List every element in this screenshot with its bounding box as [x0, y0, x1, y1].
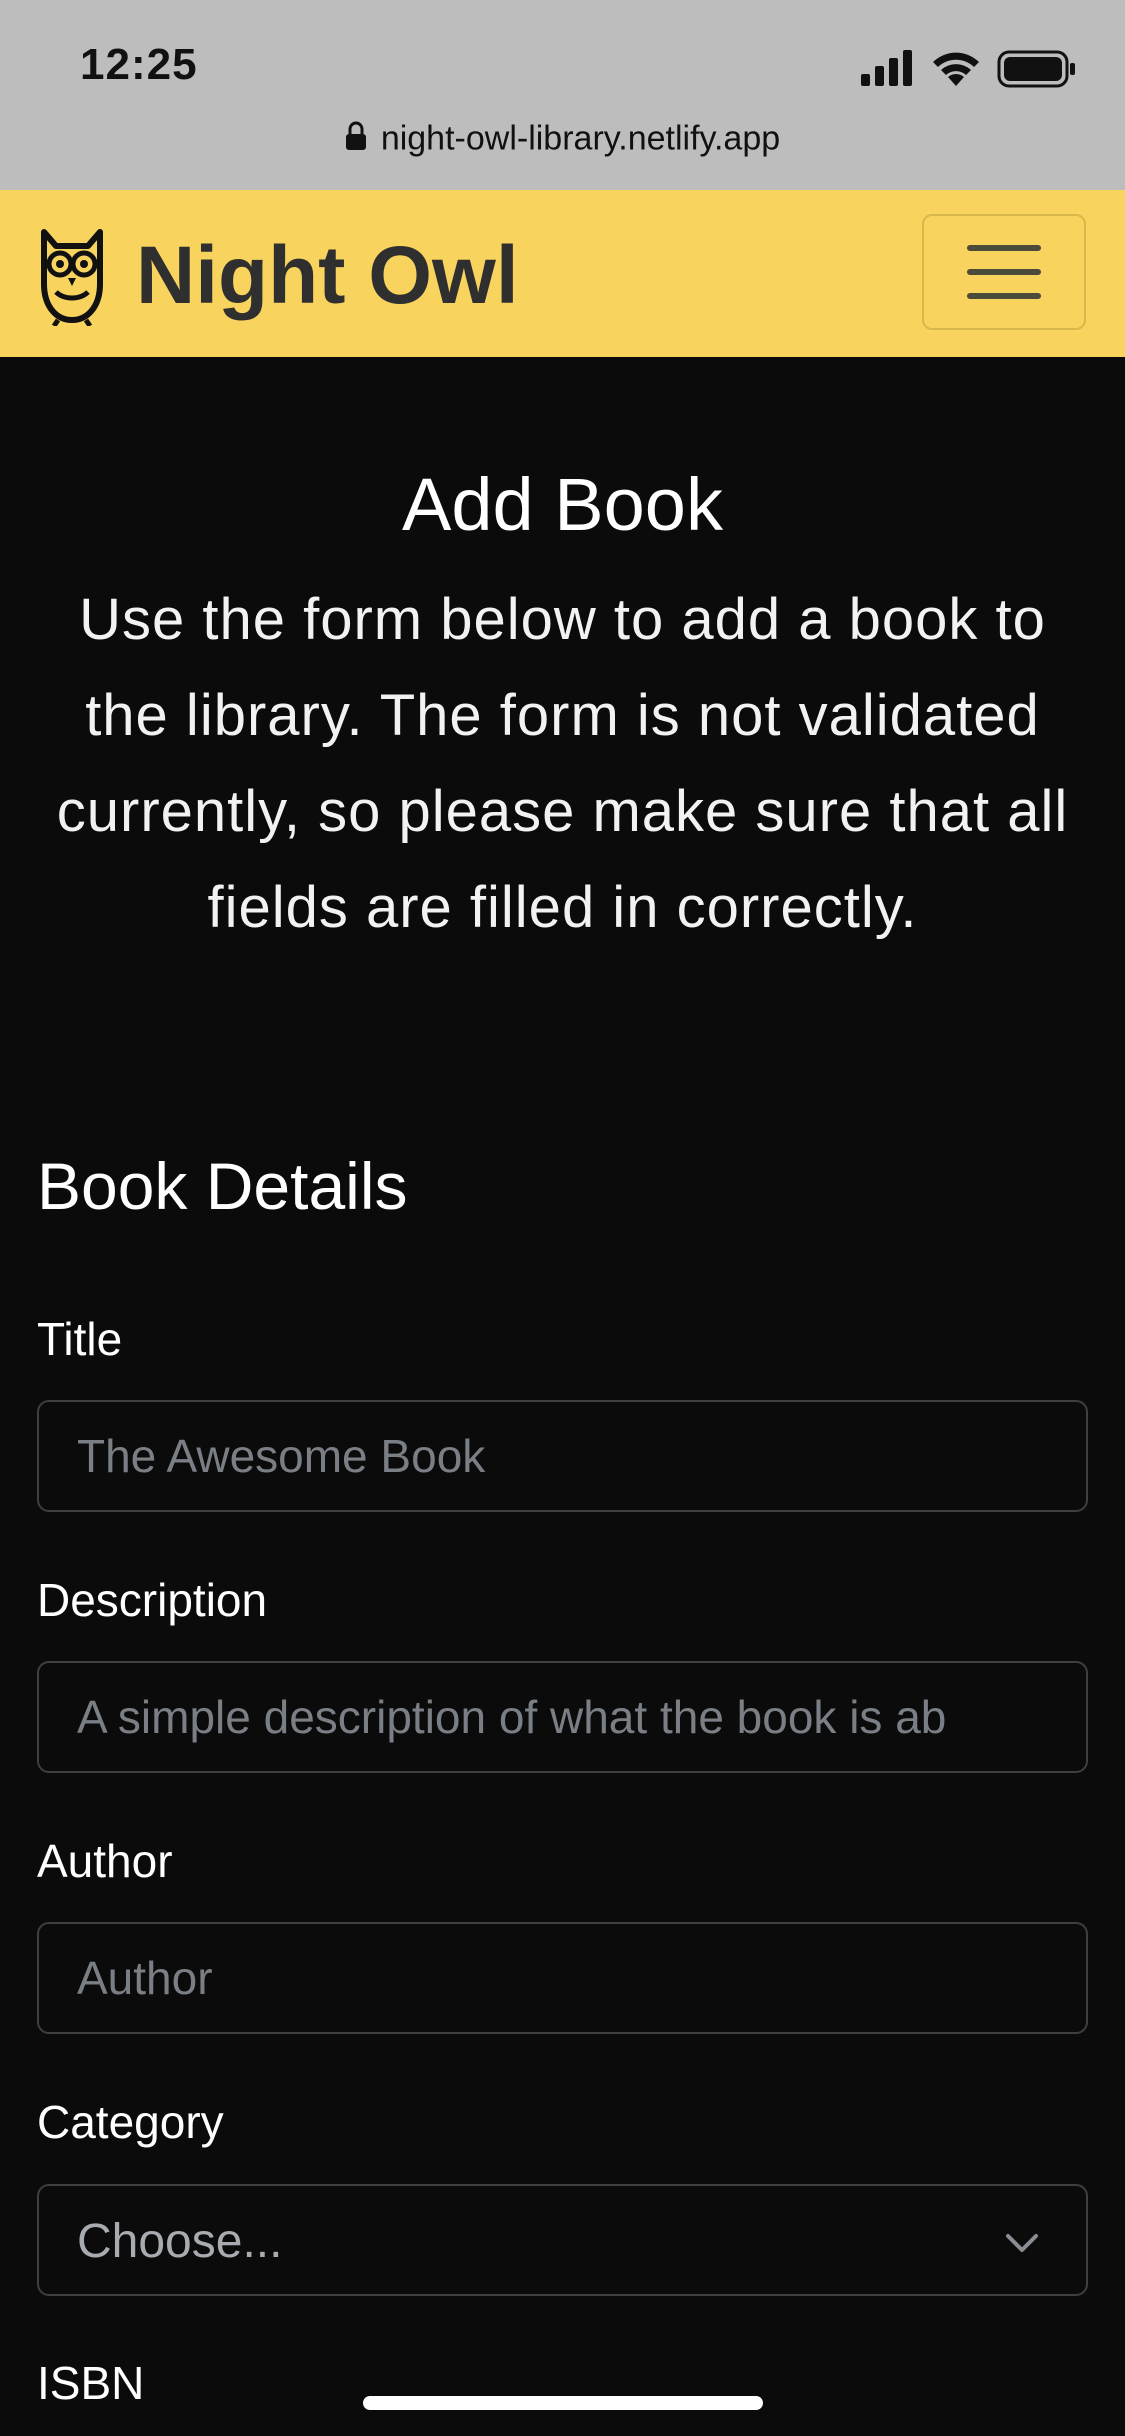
page-intro-text: Use the form below to add a book to the …: [56, 587, 1069, 940]
category-selected-value: Choose...: [77, 2215, 283, 2268]
cellular-signal-icon: [861, 50, 912, 86]
brand-link[interactable]: Night Owl: [36, 226, 519, 326]
url-text: night-owl-library.netlify.app: [380, 119, 781, 158]
description-label: Description: [37, 1574, 268, 1626]
address-bar[interactable]: night-owl-library.netlify.app: [0, 118, 1125, 168]
title-label: Title: [37, 1313, 123, 1365]
author-input[interactable]: [37, 1922, 1088, 2034]
status-time: 12:25: [80, 40, 198, 89]
chevron-down-icon: [1006, 2234, 1038, 2252]
hamburger-icon: [967, 269, 1041, 275]
status-icons: [861, 48, 1081, 92]
isbn-label: ISBN: [37, 2357, 145, 2409]
wifi-icon: [933, 52, 979, 86]
lock-icon: [345, 121, 366, 151]
title-input[interactable]: [37, 1400, 1088, 1512]
navbar: Night Owl: [0, 190, 1125, 357]
menu-toggle-button[interactable]: [922, 214, 1086, 330]
owl-logo-icon: [41, 229, 103, 326]
home-indicator[interactable]: [363, 2396, 763, 2410]
page-title: Add Book: [402, 463, 723, 546]
hamburger-icon: [967, 293, 1041, 299]
battery-icon: [997, 50, 1075, 88]
brand-name: Night Owl: [136, 230, 519, 321]
browser-chrome: 12:25 night-owl-library.netlify.app: [0, 0, 1125, 190]
hamburger-icon: [967, 245, 1041, 251]
category-label: Category: [37, 2096, 224, 2148]
section-heading-book-details: Book Details: [37, 1149, 408, 1223]
description-input[interactable]: [37, 1661, 1088, 1773]
author-label: Author: [37, 1835, 173, 1887]
category-select[interactable]: Choose...: [37, 2184, 1088, 2296]
